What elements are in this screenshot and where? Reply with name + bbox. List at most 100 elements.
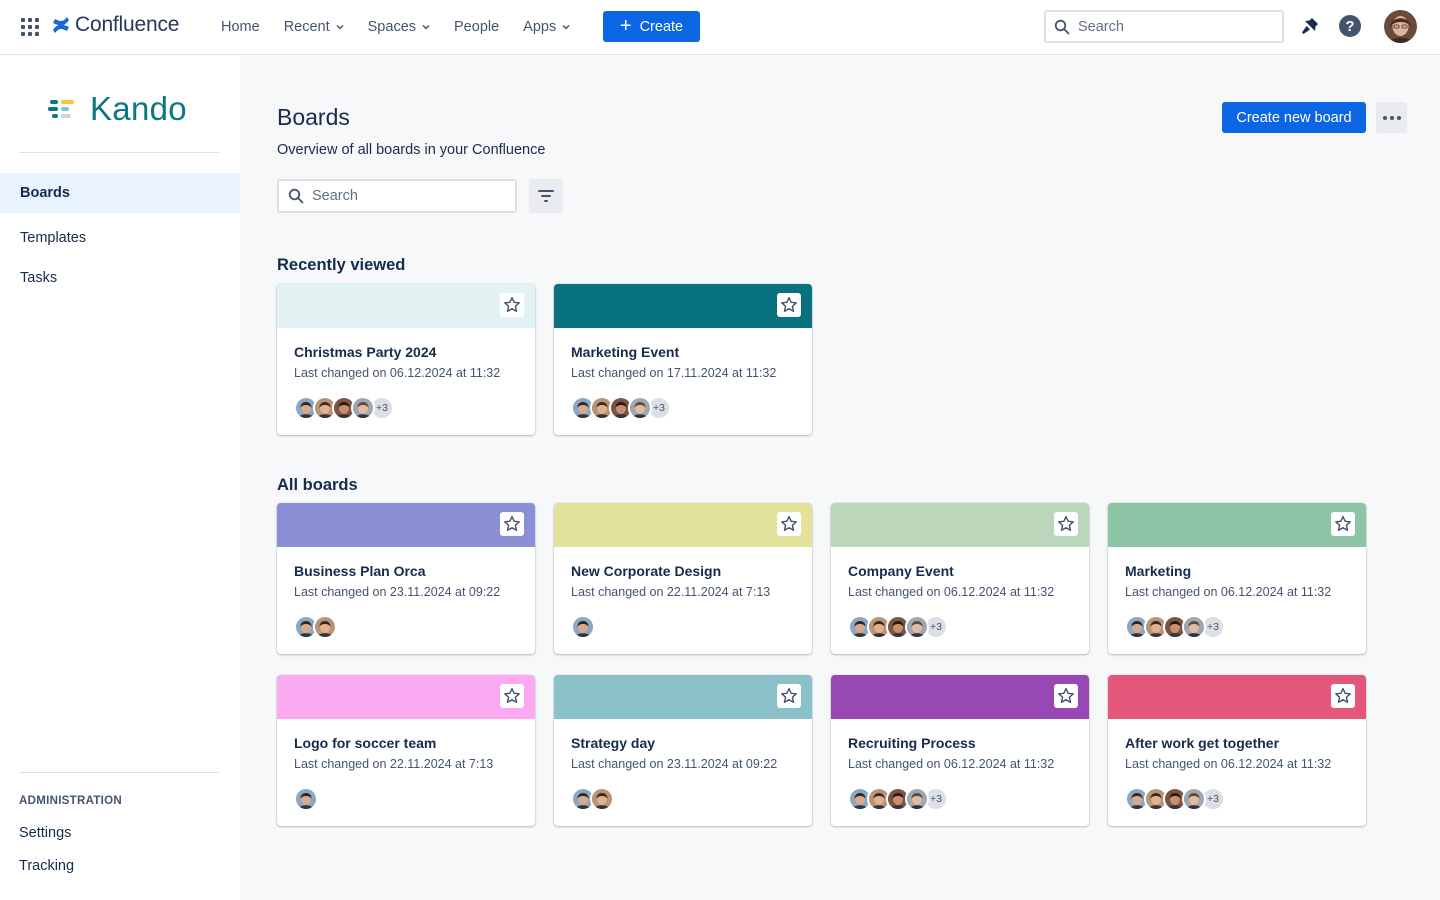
star-icon xyxy=(1335,687,1351,704)
favorite-star-button[interactable] xyxy=(500,512,524,536)
board-card[interactable]: Company Event Last changed on 06.12.2024 … xyxy=(831,503,1089,654)
avatar-photo xyxy=(1184,617,1204,637)
board-title: New Corporate Design xyxy=(571,563,722,579)
app-switcher-icon[interactable] xyxy=(21,18,39,36)
favorite-star-button[interactable] xyxy=(777,684,801,708)
member-avatar[interactable] xyxy=(1182,787,1206,811)
board-color-header xyxy=(554,675,812,719)
board-members: +3 xyxy=(571,396,671,420)
top-navigation: Confluence Home Recent Spaces People Apps + … xyxy=(0,0,1440,55)
notifications-icon[interactable] xyxy=(1299,15,1321,37)
brand-name: Confluence xyxy=(75,13,180,36)
board-card[interactable]: Christmas Party 2024 Last changed on 06.1… xyxy=(277,284,535,435)
star-icon xyxy=(504,515,520,532)
nav-recent[interactable]: Recent xyxy=(284,19,344,35)
star-icon xyxy=(781,515,797,532)
board-last-changed: Last changed on 22.11.2024 at 7:13 xyxy=(294,757,494,771)
member-avatar[interactable] xyxy=(905,787,929,811)
star-icon xyxy=(504,687,520,704)
board-title: After work get together xyxy=(1125,735,1280,751)
filter-button[interactable] xyxy=(529,179,563,213)
member-avatar[interactable] xyxy=(628,396,652,420)
board-title: Company Event xyxy=(848,563,954,579)
kando-logo: Kando xyxy=(48,90,187,128)
board-color-header xyxy=(277,284,535,328)
nav-apps[interactable]: Apps xyxy=(523,19,570,35)
favorite-star-button[interactable] xyxy=(1054,512,1078,536)
sidebar-divider xyxy=(19,152,219,153)
sidebar-item-templates[interactable]: Templates xyxy=(0,218,240,258)
create-label: Create xyxy=(639,18,684,35)
avatar-photo xyxy=(1184,789,1204,809)
admin-link-tracking[interactable]: Tracking xyxy=(19,858,74,874)
favorite-star-button[interactable] xyxy=(777,293,801,317)
member-avatar[interactable] xyxy=(905,615,929,639)
board-card[interactable]: Marketing Last changed on 06.12.2024 at 1… xyxy=(1108,503,1366,654)
create-new-board-button[interactable]: Create new board xyxy=(1222,102,1366,133)
board-members: +3 xyxy=(848,615,948,639)
board-members: +3 xyxy=(1125,787,1225,811)
admin-section-title: ADMINISTRATION xyxy=(19,795,123,807)
board-last-changed: Last changed on 17.11.2024 at 11:32 xyxy=(571,366,777,380)
board-members xyxy=(571,615,595,639)
page-subtitle: Overview of all boards in your Confluenc… xyxy=(277,142,546,158)
member-avatar[interactable] xyxy=(571,615,595,639)
search-icon xyxy=(1054,19,1070,34)
star-icon xyxy=(1058,515,1074,532)
user-photo xyxy=(1384,10,1417,43)
nav-people[interactable]: People xyxy=(454,19,499,35)
board-title: Business Plan Orca xyxy=(294,563,426,579)
page-title: Boards xyxy=(277,104,350,130)
sidebar-item-boards[interactable]: Boards xyxy=(0,173,240,213)
nav-home[interactable]: Home xyxy=(221,19,260,35)
member-avatar[interactable] xyxy=(294,787,318,811)
board-search-input[interactable] xyxy=(312,188,492,204)
all-boards-title: All boards xyxy=(277,476,358,494)
sidebar-item-tasks[interactable]: Tasks xyxy=(0,258,240,298)
member-avatar[interactable] xyxy=(1182,615,1206,639)
board-title: Marketing xyxy=(1125,563,1192,579)
chevron-down-icon xyxy=(422,24,430,30)
nav-label: Apps xyxy=(523,19,557,35)
create-button[interactable]: + Create xyxy=(603,11,700,42)
more-options-button[interactable] xyxy=(1376,102,1407,133)
board-color-header xyxy=(277,503,535,547)
board-card[interactable]: New Corporate Design Last changed on 22.1… xyxy=(554,503,812,654)
board-title: Christmas Party 2024 xyxy=(294,344,437,360)
board-card[interactable]: After work get together Last changed on 0… xyxy=(1108,675,1366,826)
favorite-star-button[interactable] xyxy=(1054,684,1078,708)
global-search-input[interactable] xyxy=(1078,18,1258,35)
nav-spaces[interactable]: Spaces xyxy=(368,19,430,35)
board-last-changed: Last changed on 06.12.2024 at 11:32 xyxy=(1125,585,1332,599)
favorite-star-button[interactable] xyxy=(777,512,801,536)
star-icon xyxy=(1058,687,1074,704)
sidebar-divider xyxy=(19,772,219,773)
favorite-star-button[interactable] xyxy=(500,293,524,317)
favorite-star-button[interactable] xyxy=(1331,512,1355,536)
avatar-photo xyxy=(573,617,593,637)
board-card[interactable]: Recruiting Process Last changed on 06.12.… xyxy=(831,675,1089,826)
board-title: Logo for soccer team xyxy=(294,735,437,751)
board-last-changed: Last changed on 23.11.2024 at 09:22 xyxy=(571,757,778,771)
board-card[interactable]: Logo for soccer team Last changed on 22.1… xyxy=(277,675,535,826)
plus-icon: + xyxy=(619,14,632,37)
global-search[interactable] xyxy=(1044,10,1284,43)
board-card[interactable]: Strategy day Last changed on 23.11.2024 a… xyxy=(554,675,812,826)
board-search[interactable] xyxy=(277,179,517,213)
board-card[interactable]: Marketing Event Last changed on 17.11.202… xyxy=(554,284,812,435)
favorite-star-button[interactable] xyxy=(1331,684,1355,708)
favorite-star-button[interactable] xyxy=(500,684,524,708)
star-icon xyxy=(1335,515,1351,532)
user-avatar[interactable] xyxy=(1384,10,1417,43)
confluence-logo[interactable]: Confluence xyxy=(51,13,179,37)
admin-link-settings[interactable]: Settings xyxy=(19,825,71,841)
board-card[interactable]: Business Plan Orca Last changed on 23.11.… xyxy=(277,503,535,654)
avatar-photo xyxy=(296,789,316,809)
star-icon xyxy=(781,296,797,313)
board-members xyxy=(294,615,337,639)
member-avatar[interactable] xyxy=(590,787,614,811)
help-icon[interactable]: ? xyxy=(1339,15,1361,37)
member-avatar[interactable] xyxy=(351,396,375,420)
member-avatar[interactable] xyxy=(313,615,337,639)
nav-label: Spaces xyxy=(367,19,417,35)
